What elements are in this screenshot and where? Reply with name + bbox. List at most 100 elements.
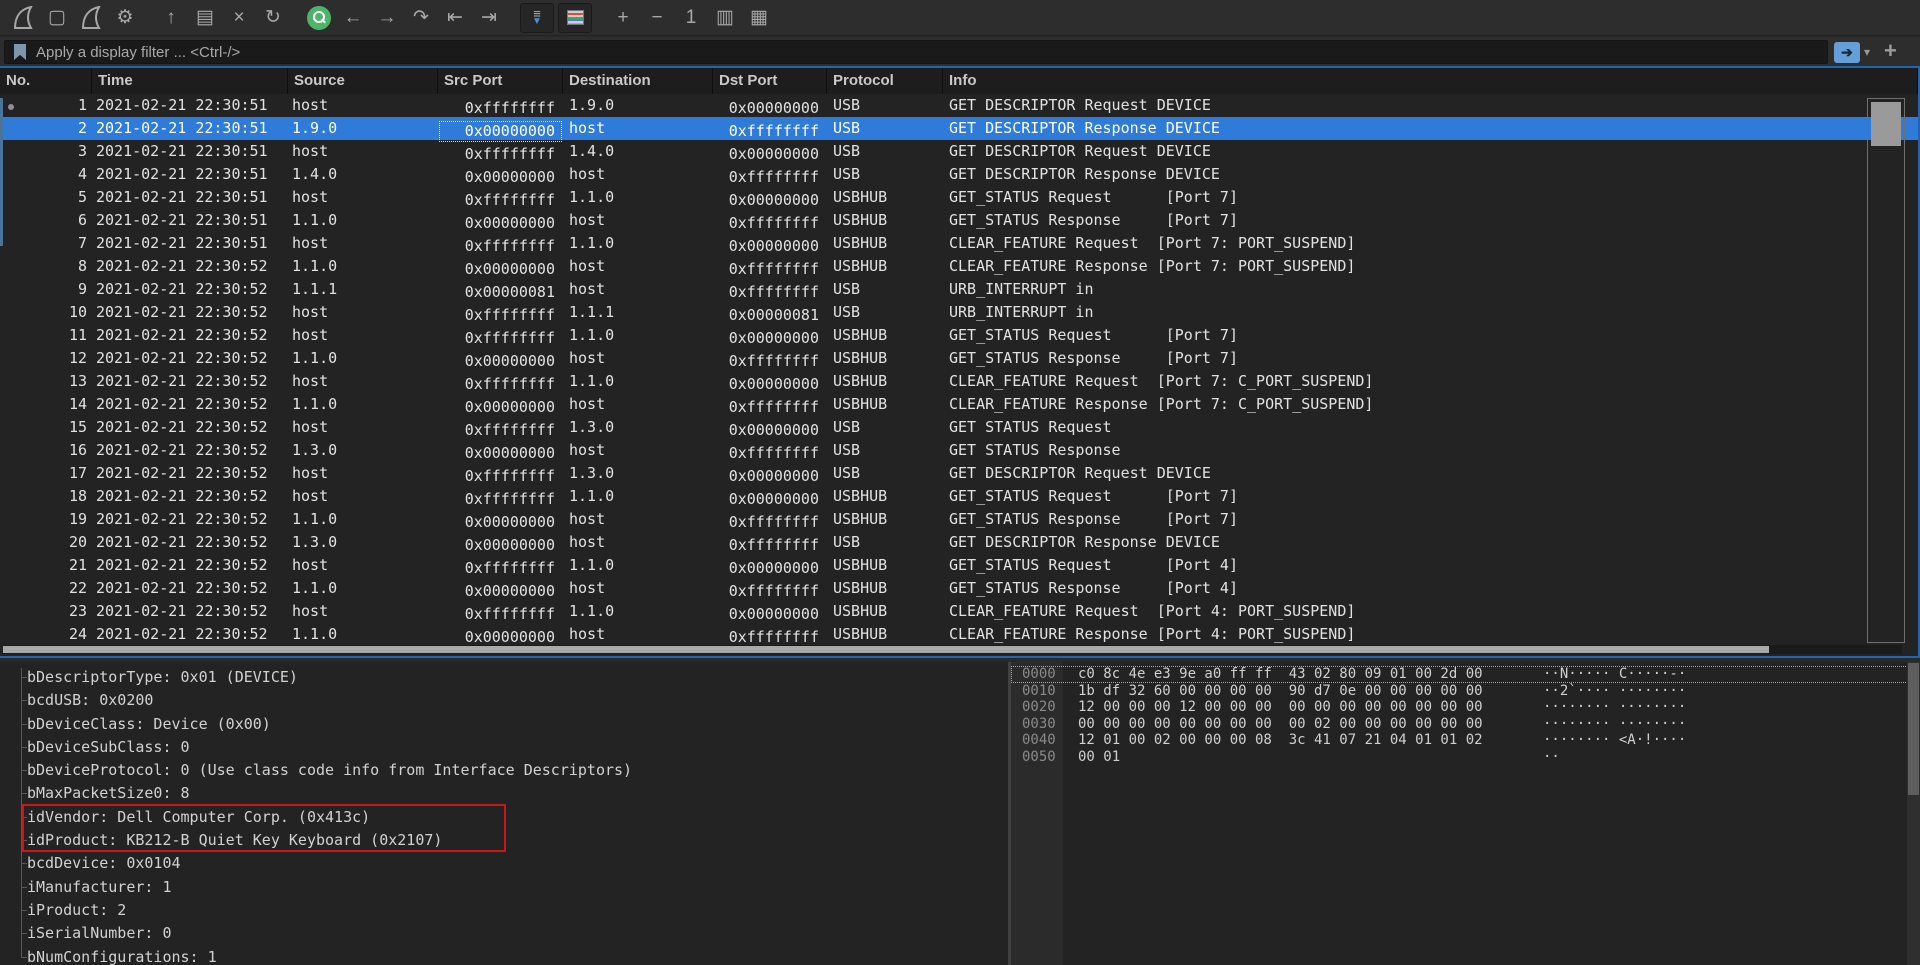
bookmark-icon[interactable]: [14, 44, 26, 60]
detail-tree-line[interactable]: bcdDevice: 0x0104: [27, 852, 1008, 875]
cell-source: 1.9.0: [288, 117, 438, 140]
packet-row[interactable]: 16 2021-02-21 22:30:52 1.3.0 0x00000000 …: [0, 439, 1918, 462]
packet-row[interactable]: 19 2021-02-21 22:30:52 1.1.0 0x00000000 …: [0, 508, 1918, 531]
start-capture-button[interactable]: [6, 3, 40, 33]
column-header-destination[interactable]: Destination: [563, 68, 713, 94]
hex-row[interactable]: 0040 12 01 00 02 00 00 00 08 3c 41 07 21…: [1011, 732, 1920, 749]
detail-tree-line[interactable]: iSerialNumber: 0: [27, 922, 1008, 945]
detail-tree-line[interactable]: iProduct: 2: [27, 899, 1008, 922]
zoom-reset-button[interactable]: 1: [674, 3, 708, 33]
save-file-button[interactable]: ▤: [188, 3, 222, 33]
restart-capture-button[interactable]: [74, 3, 108, 33]
packet-row[interactable]: 18 2021-02-21 22:30:52 host 0xffffffff 1…: [0, 485, 1918, 508]
cell-no: 18: [0, 485, 92, 508]
column-header-src-port[interactable]: Src Port: [438, 68, 563, 94]
packet-row[interactable]: 6 2021-02-21 22:30:51 1.1.0 0x00000000 h…: [0, 209, 1918, 232]
packet-row[interactable]: 3 2021-02-21 22:30:51 host 0xffffffff 1.…: [0, 140, 1918, 163]
column-header-dst-port[interactable]: Dst Port: [713, 68, 827, 94]
packet-row[interactable]: 1 2021-02-21 22:30:51 host 0xffffffff 1.…: [0, 94, 1918, 117]
cell-protocol: USB: [827, 301, 943, 324]
cell-protocol: USBHUB: [827, 209, 943, 232]
hex-row[interactable]: 0020 12 00 00 00 12 00 00 00 00 00 00 00…: [1011, 699, 1920, 716]
packet-row[interactable]: 14 2021-02-21 22:30:52 1.1.0 0x00000000 …: [0, 393, 1918, 416]
detail-tree-line[interactable]: bDescriptorType: 0x01 (DEVICE): [27, 666, 1008, 689]
column-header-protocol[interactable]: Protocol: [827, 68, 943, 94]
packet-list-vertical-scrollbar[interactable]: [1867, 98, 1905, 643]
stop-capture-button[interactable]: ▢: [40, 3, 74, 33]
packet-row[interactable]: 2 2021-02-21 22:30:51 1.9.0 0x00000000 h…: [0, 117, 1918, 140]
open-file-button[interactable]: ↑: [154, 3, 188, 33]
column-header-info[interactable]: Info: [943, 68, 1918, 94]
apply-filter-button[interactable]: ➔: [1834, 42, 1860, 63]
cell-protocol: USB: [827, 140, 943, 163]
detail-tree-line[interactable]: bDeviceProtocol: 0 (Use class code info …: [27, 759, 1008, 782]
packet-list-horizontal-scrollbar[interactable]: [3, 645, 1902, 654]
detail-tree-line[interactable]: bcdUSB: 0x0200: [27, 689, 1008, 712]
cell-source: host: [288, 416, 438, 439]
go-to-packet-button[interactable]: ↷: [404, 3, 438, 33]
packet-row[interactable]: 21 2021-02-21 22:30:52 host 0xffffffff 1…: [0, 554, 1918, 577]
packet-row[interactable]: 9 2021-02-21 22:30:52 1.1.1 0x00000081 h…: [0, 278, 1918, 301]
go-last-packet-button[interactable]: ⇥: [472, 3, 506, 33]
packet-row[interactable]: 8 2021-02-21 22:30:52 1.1.0 0x00000000 h…: [0, 255, 1918, 278]
zoom-out-button[interactable]: −: [640, 3, 674, 33]
close-file-button[interactable]: ×: [222, 3, 256, 33]
hex-row[interactable]: 0030 00 00 00 00 00 00 00 00 00 02 00 00…: [1011, 716, 1920, 733]
cell-protocol: USBHUB: [827, 623, 943, 646]
cell-protocol: USB: [827, 163, 943, 186]
go-back-button[interactable]: ←: [336, 3, 370, 33]
packet-row[interactable]: 4 2021-02-21 22:30:51 1.4.0 0x00000000 h…: [0, 163, 1918, 186]
cell-destination: 1.1.0: [563, 370, 713, 393]
auto-scroll-toggle[interactable]: ≡▼: [520, 3, 554, 33]
packet-row[interactable]: 11 2021-02-21 22:30:52 host 0xffffffff 1…: [0, 324, 1918, 347]
packet-row[interactable]: 22 2021-02-21 22:30:52 1.1.0 0x00000000 …: [0, 577, 1918, 600]
add-filter-button[interactable]: +: [1884, 38, 1897, 64]
display-filter-input[interactable]: Apply a display filter ... <Ctrl-/>: [4, 40, 1828, 64]
go-forward-button[interactable]: →: [370, 3, 404, 33]
column-header-source[interactable]: Source: [288, 68, 438, 94]
packet-list-header: No. Time Source Src Port Destination Dst…: [0, 68, 1918, 94]
column-header-time[interactable]: Time: [92, 68, 288, 94]
cell-time: 2021-02-21 22:30:52: [92, 600, 288, 623]
reload-file-button[interactable]: ↻: [256, 3, 290, 33]
zoom-in-button[interactable]: +: [606, 3, 640, 33]
detail-tree-line[interactable]: bDeviceClass: Device (0x00): [27, 713, 1008, 736]
hex-row[interactable]: 0000 c0 8c 4e e3 9e a0 ff ff 43 02 80 09…: [1011, 666, 1920, 683]
packet-row[interactable]: 7 2021-02-21 22:30:51 host 0xffffffff 1.…: [0, 232, 1918, 255]
column-header-no[interactable]: No.: [0, 68, 92, 94]
find-packet-button[interactable]: [302, 3, 336, 33]
capture-options-button[interactable]: ⚙: [108, 3, 142, 33]
resize-columns-button[interactable]: ▥: [708, 3, 742, 33]
packet-row[interactable]: 5 2021-02-21 22:30:51 host 0xffffffff 1.…: [0, 186, 1918, 209]
packet-row[interactable]: 17 2021-02-21 22:30:52 host 0xffffffff 1…: [0, 462, 1918, 485]
hex-ascii: ··2`···· ········: [1543, 683, 1686, 700]
horizontal-scrollbar-thumb[interactable]: [3, 646, 1769, 653]
detail-tree-line[interactable]: bNumConfigurations: 1: [27, 946, 1008, 965]
hex-bytes: 00 00 00 00 00 00 00 00 00 02 00 00 00 0…: [1078, 716, 1498, 733]
packet-row[interactable]: 10 2021-02-21 22:30:52 host 0xffffffff 1…: [0, 301, 1918, 324]
vertical-scrollbar-thumb[interactable]: [1871, 102, 1901, 146]
colorize-toggle[interactable]: [558, 3, 592, 33]
hex-offset: 0000: [1011, 666, 1063, 683]
packet-row[interactable]: 15 2021-02-21 22:30:52 host 0xffffffff 1…: [0, 416, 1918, 439]
cell-no: 16: [0, 439, 92, 462]
hex-row[interactable]: 0050 00 01 ··: [1011, 749, 1920, 766]
detail-tree-line[interactable]: bMaxPacketSize0: 8: [27, 782, 1008, 805]
layout-button[interactable]: ▦: [742, 3, 776, 33]
detail-tree-line[interactable]: iManufacturer: 1: [27, 876, 1008, 899]
go-first-packet-button[interactable]: ⇤: [438, 3, 472, 33]
cell-dst-port: 0xffffffff: [713, 212, 827, 235]
hex-scrollbar-thumb[interactable]: [1908, 663, 1919, 795]
hex-row[interactable]: 0010 1b df 32 60 00 00 00 00 90 d7 0e 00…: [1011, 683, 1920, 700]
cell-info: GET STATUS Request: [943, 416, 1918, 439]
cell-time: 2021-02-21 22:30:52: [92, 347, 288, 370]
packet-row[interactable]: 23 2021-02-21 22:30:52 host 0xffffffff 1…: [0, 600, 1918, 623]
packet-row[interactable]: 13 2021-02-21 22:30:52 host 0xffffffff 1…: [0, 370, 1918, 393]
detail-tree-line[interactable]: bDeviceSubClass: 0: [27, 736, 1008, 759]
filter-dropdown-caret-icon[interactable]: ▾: [1864, 45, 1870, 59]
packet-row[interactable]: 24 2021-02-21 22:30:52 1.1.0 0x00000000 …: [0, 623, 1918, 646]
cell-time: 2021-02-21 22:30:52: [92, 278, 288, 301]
hex-vertical-scrollbar[interactable]: [1907, 662, 1920, 965]
packet-row[interactable]: 20 2021-02-21 22:30:52 1.3.0 0x00000000 …: [0, 531, 1918, 554]
packet-row[interactable]: 12 2021-02-21 22:30:52 1.1.0 0x00000000 …: [0, 347, 1918, 370]
